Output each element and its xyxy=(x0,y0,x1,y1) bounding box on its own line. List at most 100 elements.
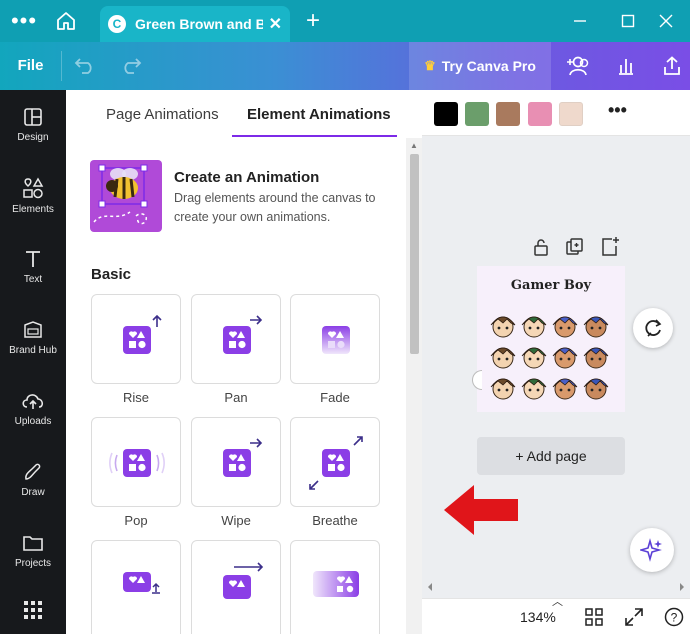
canvas-horizontal-scrollbar[interactable] xyxy=(422,580,690,594)
sidebar-item-label: Design xyxy=(17,132,49,143)
maximize-icon xyxy=(621,14,635,28)
rise-animation-icon xyxy=(123,314,162,354)
design-canvas-area: ••• Gamer Boy + Add page ︿ 134% ? xyxy=(422,90,690,634)
redo-button[interactable] xyxy=(108,42,154,90)
animation-tabs: Page Animations Element Animations xyxy=(66,90,422,138)
animation-card-pop[interactable] xyxy=(91,417,181,507)
feedback-chat-button[interactable] xyxy=(633,308,673,348)
crown-icon: ♛ xyxy=(424,58,436,73)
tab-close-button[interactable]: ✕ xyxy=(269,14,282,34)
section-title-basic: Basic xyxy=(91,266,132,283)
sticker-face xyxy=(552,347,578,369)
add-page-icon[interactable] xyxy=(599,236,621,258)
sticker-face xyxy=(521,378,547,400)
create-animation-thumbnail xyxy=(90,160,162,232)
animation-label: Pop xyxy=(124,513,148,528)
sticker-face xyxy=(583,378,609,400)
sticker-face xyxy=(583,347,609,369)
minimize-button[interactable] xyxy=(554,0,606,42)
animation-card-merge[interactable] xyxy=(290,540,380,634)
text-icon xyxy=(26,251,40,267)
sticker-face xyxy=(583,316,609,338)
animation-card-ascend[interactable] xyxy=(91,540,181,634)
sidebar-item-projects[interactable]: Projects xyxy=(0,516,66,586)
sparkle-icon xyxy=(640,538,662,562)
design-page-thumbnail[interactable]: Gamer Boy xyxy=(477,266,625,412)
animation-card-breathe[interactable] xyxy=(290,417,380,507)
tab-title: Green Brown and B... xyxy=(135,16,263,32)
sidebar-item-text[interactable]: Text xyxy=(0,232,66,302)
wipe-animation-icon xyxy=(223,438,263,477)
color-palette-bar: ••• xyxy=(422,90,690,136)
color-swatch-brown[interactable] xyxy=(496,102,520,126)
help-icon[interactable]: ? xyxy=(664,607,684,627)
minimize-icon xyxy=(574,20,586,22)
animation-card-pan[interactable] xyxy=(191,294,281,384)
animation-card-fade[interactable] xyxy=(290,294,380,384)
color-swatch-beige[interactable] xyxy=(559,102,583,126)
sticker-face xyxy=(521,316,547,338)
fullscreen-icon[interactable] xyxy=(624,607,644,627)
canva-logo-icon: C xyxy=(108,15,126,33)
add-page-button[interactable]: + Add page xyxy=(477,437,625,475)
upload-share-icon xyxy=(664,56,680,75)
zoom-level[interactable]: 134% xyxy=(520,609,556,625)
breathe-animation-icon xyxy=(309,436,363,490)
page-resize-handle[interactable] xyxy=(472,370,482,390)
title-bar: ••• C Green Brown and B... ✕ + xyxy=(0,0,690,42)
sidebar-item-draw[interactable]: Draw xyxy=(0,445,66,515)
home-button[interactable] xyxy=(48,0,84,42)
ascend-animation-icon xyxy=(123,572,160,594)
sidebar-item-elements[interactable]: Elements xyxy=(0,161,66,231)
browser-tab[interactable]: C Green Brown and B... ✕ xyxy=(100,6,290,42)
try-canva-pro-button[interactable]: ♛ Try Canva Pro xyxy=(409,42,551,90)
panel-scrollbar[interactable]: ▲ xyxy=(406,138,422,634)
folder-icon xyxy=(23,536,43,551)
shift-animation-icon xyxy=(223,562,264,599)
canvas-bottom-bar: ︿ 134% ? xyxy=(422,596,690,634)
apps-icon xyxy=(24,600,42,619)
uploads-icon xyxy=(22,394,44,409)
create-animation-title: Create an Animation xyxy=(174,169,320,186)
window-menu-button[interactable]: ••• xyxy=(0,0,48,42)
sidebar-item-apps[interactable] xyxy=(0,582,66,634)
color-swatch-black[interactable] xyxy=(434,102,458,126)
tab-element-animations[interactable]: Element Animations xyxy=(247,106,391,123)
scroll-up-arrow-icon[interactable]: ▲ xyxy=(410,141,418,150)
magic-assistant-button[interactable] xyxy=(630,528,674,572)
share-button[interactable] xyxy=(650,42,690,90)
svg-text:?: ? xyxy=(671,611,678,625)
file-menu-button[interactable]: File xyxy=(0,51,62,81)
share-people-button[interactable] xyxy=(556,42,600,90)
insights-button[interactable] xyxy=(604,42,648,90)
home-icon xyxy=(57,12,75,30)
close-window-button[interactable] xyxy=(640,0,690,42)
sidebar-item-label: Brand Hub xyxy=(9,345,57,356)
grid-view-icon[interactable] xyxy=(584,607,604,627)
color-swatch-green[interactable] xyxy=(465,102,489,126)
lock-icon[interactable] xyxy=(530,236,552,258)
editor-toolbar: File ♛ Try Canva Pro xyxy=(0,42,690,90)
undo-button[interactable] xyxy=(62,42,108,90)
animation-card-wipe[interactable] xyxy=(191,417,281,507)
chat-refresh-icon xyxy=(645,319,662,337)
panel-scrollbar-thumb[interactable] xyxy=(410,154,419,354)
sidebar-item-uploads[interactable]: Uploads xyxy=(0,374,66,444)
design-icon xyxy=(24,108,42,126)
more-options-button[interactable]: ••• xyxy=(608,100,627,121)
animation-card-shift[interactable] xyxy=(191,540,281,634)
tab-page-animations[interactable]: Page Animations xyxy=(106,106,219,123)
sidebar-item-label: Text xyxy=(23,274,43,285)
create-animation-card[interactable]: Create an Animation Drag elements around… xyxy=(90,160,390,232)
color-swatch-pink[interactable] xyxy=(528,102,552,126)
close-icon xyxy=(659,14,673,28)
pages-expand-icon[interactable]: ︿ xyxy=(552,593,563,609)
new-tab-button[interactable]: + xyxy=(290,7,336,35)
animation-card-rise[interactable] xyxy=(91,294,181,384)
sidebar-item-label: Projects xyxy=(14,558,52,569)
animation-label: Rise xyxy=(122,390,149,405)
sidebar-item-brand-hub[interactable]: Brand Hub xyxy=(0,303,66,373)
sidebar-item-design[interactable]: Design xyxy=(0,90,66,160)
left-sidebar: Design Elements Text Brand Hub Uploads D… xyxy=(0,90,66,634)
duplicate-icon[interactable] xyxy=(564,236,586,258)
